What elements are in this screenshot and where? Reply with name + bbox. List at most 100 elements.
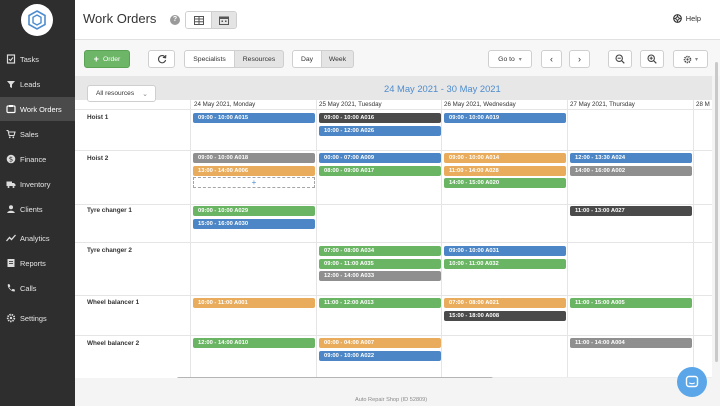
appointment-block[interactable]: 09:00 - 10:00 A014 [444, 153, 566, 163]
chevron-down-icon: ⌄ [142, 91, 148, 98]
appointment-block[interactable]: 09:00 - 10:00 A022 [319, 350, 441, 361]
appointment-block[interactable]: 09:00 - 10:00 A031 [444, 246, 566, 256]
help-link[interactable]: Help [672, 14, 701, 23]
prev-week-button[interactable]: ‹ [541, 50, 562, 68]
calendar-view-button[interactable] [211, 12, 236, 28]
sidebar-item-tasks[interactable]: Tasks [0, 47, 75, 71]
chat-button[interactable] [677, 367, 707, 397]
sidebar: Tasks Leads Work Orders Sales $ Finance … [0, 0, 75, 406]
horizontal-scrollbar-thumb[interactable] [177, 377, 493, 378]
chevron-right-icon: › [578, 54, 581, 64]
appointment-block[interactable]: 09:00 - 10:00 A029 [193, 206, 315, 216]
work-orders-icon [6, 105, 16, 114]
list-view-button[interactable] [186, 12, 211, 28]
sidebar-item-label: Sales [20, 129, 39, 139]
appointment-block[interactable]: 11:00 - 15:00 A005 [570, 298, 692, 308]
appointment-block[interactable]: 09:00 - 10:00 A015 [193, 113, 315, 123]
add-order-button[interactable]: + Order [84, 50, 130, 68]
appointment-block[interactable]: 09:00 - 10:00 A018 [193, 153, 315, 163]
sidebar-item-finance[interactable]: $ Finance [0, 147, 75, 171]
toolbar: + Order Specialists Resources Day Week G… [75, 40, 720, 76]
column-divider [316, 100, 317, 378]
day-view-button[interactable]: Day [292, 50, 322, 68]
zoom-in-button[interactable] [640, 50, 664, 68]
sidebar-item-reports[interactable]: Reports [0, 251, 75, 275]
svg-text:$: $ [9, 156, 13, 164]
reports-icon [7, 259, 15, 267]
appointment-block[interactable]: 14:00 - 15:00 A020 [444, 178, 566, 188]
logo-icon [28, 10, 46, 30]
sidebar-item-settings[interactable]: Settings [0, 306, 75, 330]
refresh-icon [157, 54, 166, 64]
appointment-block[interactable]: 07:00 - 08:00 A021 [444, 298, 566, 308]
sidebar-item-calls[interactable]: Calls [0, 276, 75, 300]
settings-dropdown-button[interactable]: ▾ [673, 50, 708, 68]
resources-tab[interactable]: Resources [234, 50, 284, 68]
goto-date-select[interactable]: Go to ▾ [488, 50, 532, 68]
appointment-block[interactable]: 10:00 - 11:00 A001 [193, 298, 315, 308]
chevron-left-icon: ‹ [550, 54, 553, 64]
row-divider [75, 242, 712, 243]
sidebar-item-label: Analytics [20, 233, 50, 243]
appointment-block[interactable]: 00:00 - 04:00 A007 [319, 338, 441, 348]
appointment-block[interactable]: 15:00 - 18:00 A008 [444, 310, 566, 321]
row-divider [75, 335, 712, 336]
day-header: 25 May 2021, Tuesday [319, 101, 382, 108]
day-header: 24 May 2021, Monday [194, 101, 256, 108]
sidebar-item-analytics[interactable]: Analytics [0, 226, 75, 250]
appointment-block[interactable]: 09:00 - 11:00 A035 [319, 258, 441, 269]
sidebar-item-inventory[interactable]: Inventory [0, 172, 75, 196]
add-appointment-slot[interactable]: + [193, 177, 315, 188]
day-header: 27 May 2021, Thursday [570, 101, 635, 108]
appointment-block[interactable]: 12:00 - 14:00 A010 [193, 338, 315, 348]
appointment-block[interactable]: 11:00 - 12:00 A013 [319, 298, 441, 308]
logo[interactable] [21, 4, 53, 36]
vertical-scrollbar-thumb[interactable] [715, 62, 718, 362]
appointment-block[interactable]: 12:00 - 14:00 A033 [319, 271, 441, 281]
sidebar-item-work-orders[interactable]: Work Orders [0, 97, 75, 121]
appointment-block[interactable]: 14:00 - 16:00 A002 [570, 165, 692, 176]
appointment-block[interactable]: 11:00 - 14:00 A028 [444, 165, 566, 176]
appointment-block[interactable]: 12:00 - 13:30 A024 [570, 153, 692, 163]
appointment-block[interactable]: 10:00 - 12:00 A026 [319, 125, 441, 136]
appointment-block[interactable]: 13:00 - 14:00 A006 [193, 165, 315, 176]
appointment-block[interactable]: 00:00 - 07:00 A009 [319, 153, 441, 163]
sidebar-item-sales[interactable]: Sales [0, 122, 75, 146]
order-label: Order [102, 55, 121, 63]
appointment-block[interactable]: 15:00 - 16:00 A030 [193, 218, 315, 229]
specialists-label: Specialists [193, 55, 226, 63]
week-label: Week [328, 55, 347, 63]
leads-icon [7, 81, 15, 88]
appointment-block[interactable]: 07:00 - 08:00 A034 [319, 246, 441, 256]
appointment-block[interactable]: 11:00 - 14:00 A004 [570, 338, 692, 348]
sidebar-item-label: Clients [20, 204, 43, 214]
resource-label: Wheel balancer 1 [87, 299, 140, 306]
sidebar-item-clients[interactable]: Clients [0, 197, 75, 221]
column-divider [441, 100, 442, 378]
week-view-button[interactable]: Week [321, 50, 354, 68]
calendar-grid: 24 May 2021 - 30 May 2021 All resources … [75, 76, 712, 378]
appointment-block[interactable]: 09:00 - 10:00 A019 [444, 113, 566, 123]
resource-filter-select[interactable]: All resources ⌄ [87, 85, 156, 102]
resource-filter-value: All resources [96, 90, 135, 97]
lifebuoy-icon [672, 14, 682, 23]
resources-label: Resources [242, 55, 276, 63]
calendar-icon [219, 16, 229, 25]
specialists-tab[interactable]: Specialists [184, 50, 235, 68]
question-icon[interactable]: ? [170, 15, 180, 25]
appointment-block[interactable]: 11:00 - 13:00 A027 [570, 206, 692, 216]
row-divider [75, 204, 712, 205]
plus-icon: + [93, 54, 99, 64]
resource-label: Tyre changer 2 [87, 247, 132, 254]
appointment-block[interactable]: 10:00 - 11:00 A032 [444, 258, 566, 269]
appointment-block[interactable]: 08:00 - 09:00 A017 [319, 165, 441, 176]
column-divider [693, 100, 694, 378]
refresh-button[interactable] [148, 50, 175, 68]
zoom-out-button[interactable] [608, 50, 632, 68]
appointment-block[interactable]: 09:00 - 10:00 A016 [319, 113, 441, 123]
chevron-down-icon: ▾ [518, 56, 522, 63]
sidebar-item-leads[interactable]: Leads [0, 72, 75, 96]
row-divider [75, 295, 712, 296]
next-week-button[interactable]: › [569, 50, 590, 68]
resource-label: Tyre changer 1 [87, 207, 132, 214]
